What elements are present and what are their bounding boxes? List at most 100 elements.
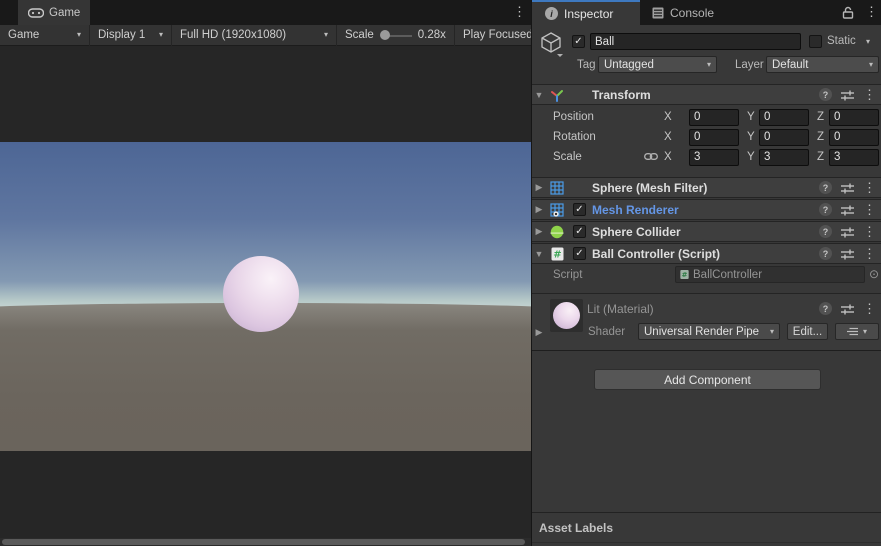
kebab-icon[interactable]: ⋮ <box>863 302 876 315</box>
rotation-y-field[interactable] <box>759 128 809 146</box>
tag-dropdown[interactable]: Untagged ▾ <box>598 56 717 73</box>
material-title: Lit (Material) <box>587 302 654 316</box>
unity-editor-window: Game ⋮ Game ▾ Display 1 ▾ Full HD (1920x… <box>0 0 881 546</box>
horizontal-scrollbar[interactable] <box>0 538 531 546</box>
mesh-filter-header[interactable]: ▶ Sphere (Mesh Filter) ? ⋮ <box>532 177 881 198</box>
resolution-label: Full HD (1920x1080) <box>180 29 287 41</box>
ball-controller-header[interactable]: ▼ # ✓ Ball Controller (Script) ? ⋮ <box>532 243 881 264</box>
console-icon <box>652 7 664 19</box>
active-checkbox[interactable]: ✓ <box>572 35 585 48</box>
shader-menu-button[interactable]: ▾ <box>835 323 879 340</box>
sphere-collider-header[interactable]: ▶ ✓ Sphere Collider ? ⋮ <box>532 221 881 242</box>
asset-labels-title: Asset Labels <box>539 520 614 535</box>
lock-icon[interactable] <box>842 6 854 19</box>
script-property-row: Script # BallController ⊙ <box>532 266 881 284</box>
game-mode-label: Game <box>8 29 40 41</box>
help-icon[interactable]: ? <box>819 225 832 238</box>
link-icon[interactable] <box>644 151 658 162</box>
script-object-field[interactable]: # BallController <box>675 266 865 283</box>
edit-button-label: Edit... <box>792 325 823 338</box>
foldout-open-icon[interactable]: ▼ <box>532 249 546 259</box>
presets-icon[interactable] <box>841 226 854 238</box>
check-icon: ✓ <box>575 203 584 215</box>
scale-y-field[interactable] <box>759 148 809 166</box>
axis-y-label: Y <box>747 131 755 143</box>
presets-icon[interactable] <box>841 204 854 216</box>
resolution-dropdown[interactable]: Full HD (1920x1080) ▾ <box>172 24 337 46</box>
position-z-field[interactable] <box>829 108 879 126</box>
tab-inspector[interactable]: i Inspector <box>532 0 640 25</box>
asset-labels-section[interactable]: Asset Labels <box>532 512 881 543</box>
rotation-label: Rotation <box>553 131 596 143</box>
position-x-field[interactable] <box>689 108 739 126</box>
play-focused-label: Play Focused <box>463 29 531 41</box>
script-icon: # <box>546 247 568 261</box>
script-label: Script <box>553 269 583 281</box>
rotation-z-field[interactable] <box>829 128 879 146</box>
game-viewport[interactable] <box>0 142 531 451</box>
material-foldout-icon[interactable]: ▶ <box>532 327 546 338</box>
tab-console[interactable]: Console <box>640 0 740 25</box>
axis-x-label: X <box>664 111 672 123</box>
axis-x-label: X <box>664 131 672 143</box>
scale-x-field[interactable] <box>689 148 739 166</box>
help-icon[interactable]: ? <box>819 203 832 216</box>
chevron-down-icon: ▾ <box>158 30 163 39</box>
layer-dropdown[interactable]: Default ▾ <box>766 56 879 73</box>
scale-control: Scale 0.28x <box>337 24 455 46</box>
position-y-field[interactable] <box>759 108 809 126</box>
gamepad-icon <box>28 7 44 18</box>
scale-slider[interactable] <box>379 30 412 40</box>
help-icon[interactable]: ? <box>819 181 832 194</box>
tag-value: Untagged <box>604 58 654 71</box>
display-dropdown[interactable]: Display 1 ▾ <box>90 24 172 46</box>
tab-game[interactable]: Game <box>18 0 91 25</box>
presets-icon[interactable] <box>841 89 854 101</box>
presets-icon[interactable] <box>841 303 854 315</box>
ball-controller-checkbox[interactable]: ✓ <box>573 247 586 260</box>
static-checkbox[interactable] <box>809 35 822 48</box>
play-focused-dropdown[interactable]: Play Focused <box>455 25 531 46</box>
help-icon[interactable]: ? <box>819 88 832 101</box>
foldout-closed-icon[interactable]: ▶ <box>532 204 546 215</box>
foldout-closed-icon[interactable]: ▶ <box>532 182 546 193</box>
scale-z-field[interactable] <box>829 148 879 166</box>
kebab-icon[interactable]: ⋮ <box>863 88 876 101</box>
script-mini-icon: # <box>680 269 689 280</box>
game-menu-kebab-icon[interactable]: ⋮ <box>513 5 526 18</box>
check-icon: ✓ <box>575 247 584 259</box>
help-icon[interactable]: ? <box>819 247 832 260</box>
foldout-open-icon[interactable]: ▼ <box>532 90 546 100</box>
rotation-x-field[interactable] <box>689 128 739 146</box>
display-label: Display 1 <box>98 29 146 41</box>
object-picker-icon[interactable]: ⊙ <box>869 267 879 281</box>
chevron-down-icon: ▾ <box>862 326 867 336</box>
gameobject-cube-icon[interactable] <box>539 31 563 57</box>
static-dropdown-arrow[interactable]: ▾ <box>866 38 870 46</box>
presets-icon[interactable] <box>841 248 854 260</box>
foldout-closed-icon[interactable]: ▶ <box>532 226 546 237</box>
console-tab-label: Console <box>670 5 715 20</box>
game-mode-dropdown[interactable]: Game ▾ <box>0 24 90 46</box>
script-object-name: BallController <box>693 268 763 281</box>
mesh-renderer-header[interactable]: ▶ ✓ Mesh Renderer ? ⋮ <box>532 199 881 220</box>
mesh-renderer-checkbox[interactable]: ✓ <box>573 203 586 216</box>
game-panel: Game ⋮ Game ▾ Display 1 ▾ Full HD (1920x… <box>0 0 531 546</box>
shader-edit-button[interactable]: Edit... <box>787 323 828 340</box>
chevron-down-icon: ▾ <box>868 59 873 69</box>
kebab-icon[interactable]: ⋮ <box>863 247 876 260</box>
transform-header[interactable]: ▼ Transform ? ⋮ <box>532 84 881 105</box>
position-label: Position <box>553 111 594 123</box>
kebab-icon[interactable]: ⋮ <box>863 225 876 238</box>
presets-icon[interactable] <box>841 182 854 194</box>
scrollbar-thumb[interactable] <box>2 539 525 545</box>
material-preview[interactable] <box>550 299 583 332</box>
shader-dropdown[interactable]: Universal Render Pipe ▾ <box>638 323 780 340</box>
help-icon[interactable]: ? <box>819 302 832 315</box>
sphere-collider-checkbox[interactable]: ✓ <box>573 225 586 238</box>
name-input[interactable] <box>590 33 801 50</box>
add-component-button[interactable]: Add Component <box>594 369 821 390</box>
inspector-kebab-icon[interactable]: ⋮ <box>865 5 878 18</box>
kebab-icon[interactable]: ⋮ <box>863 203 876 216</box>
kebab-icon[interactable]: ⋮ <box>863 181 876 194</box>
